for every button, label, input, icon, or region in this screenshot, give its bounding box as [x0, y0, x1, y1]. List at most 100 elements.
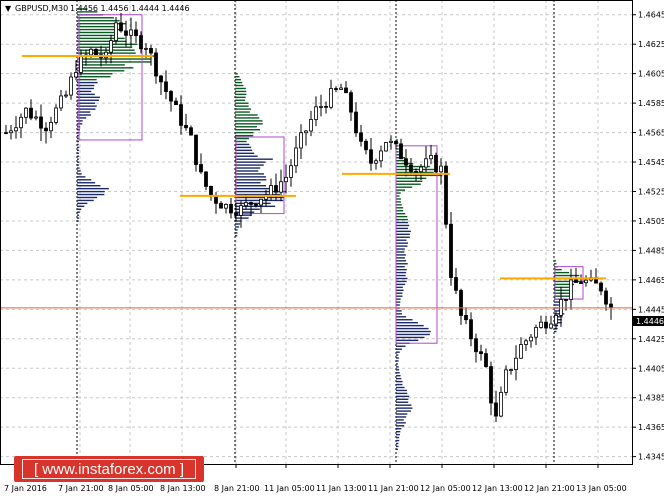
volume-bar: [77, 20, 120, 22]
volume-bar: [235, 96, 246, 99]
candle-body: [329, 88, 333, 108]
candle-body: [349, 92, 353, 113]
volume-bar: [77, 140, 80, 143]
volume-bar: [554, 289, 572, 291]
volume-bar: [396, 319, 413, 321]
volume-bar: [235, 134, 254, 137]
volume-bar: [396, 298, 401, 300]
candle-body: [219, 202, 223, 209]
header-arrow-icon: ▼: [5, 4, 12, 13]
y-tick-label: 1.4345: [638, 453, 664, 462]
candle-body: [429, 155, 433, 160]
volume-bar: [77, 214, 80, 216]
candle-body: [9, 130, 13, 134]
candle-body: [604, 290, 608, 305]
x-tick-label: 11 Jan 13:00: [316, 484, 367, 493]
candle-body: [394, 140, 398, 145]
volume-bar: [77, 202, 88, 205]
candle-body: [364, 140, 368, 151]
volume-bar: [396, 392, 408, 395]
volume-bar: [235, 229, 238, 231]
candle-body: [269, 185, 273, 196]
volume-bar: [396, 416, 407, 418]
x-tick-label: 12 Jan 05:00: [420, 484, 471, 493]
volume-bar: [396, 251, 405, 253]
chart-area: 1.4645 1.4625 1.4605 1.4585 1.4565 1.4545 1.45…: [0, 0, 664, 498]
candle-body: [139, 35, 143, 50]
volume-bar: [235, 190, 286, 193]
volume-bar: [77, 81, 98, 84]
candle-body: [59, 95, 63, 109]
candle-body: [599, 282, 603, 292]
candle-body: [334, 88, 338, 90]
x-tick-label: 8 Jan 21:00: [214, 484, 260, 493]
y-tick-label: 1.4565: [638, 129, 664, 138]
y-tick-label: 1.4545: [638, 158, 664, 167]
volume-bar: [77, 61, 152, 63]
volume-bar: [235, 187, 270, 190]
volume-bar: [77, 73, 113, 75]
volume-bar: [235, 90, 247, 93]
volume-bar: [554, 263, 557, 265]
candle-body: [484, 353, 488, 368]
volume-bar: [235, 208, 260, 210]
volume-bar: [396, 395, 410, 398]
volume-bar: [235, 167, 261, 169]
candle-body: [144, 47, 148, 50]
volume-bar: [77, 190, 105, 193]
volume-bar: [396, 242, 409, 244]
candle-body: [34, 116, 38, 119]
volume-bar: [77, 193, 105, 196]
candle-body: [544, 321, 548, 329]
volume-bar: [396, 224, 410, 227]
candle-body: [74, 72, 78, 78]
candle-body: [434, 155, 438, 173]
candle-body: [564, 299, 568, 301]
candle-body: [224, 203, 228, 209]
volume-bar: [235, 108, 252, 110]
volume-bar: [396, 330, 431, 333]
volume-bar: [235, 217, 249, 219]
volume-bar: [396, 333, 430, 336]
volume-bar: [554, 292, 571, 294]
candle-body: [574, 279, 578, 283]
chart-svg: 1.4645 1.4625 1.4605 1.4585 1.4565 1.4545 1.45…: [0, 0, 664, 498]
volume-bar: [396, 304, 400, 306]
candle-body: [149, 47, 153, 54]
candle-body: [319, 105, 323, 108]
volume-bar: [235, 81, 243, 84]
x-tick-label: 11 Jan 05:00: [264, 484, 315, 493]
candle-body: [509, 369, 513, 371]
volume-bar: [396, 280, 407, 283]
chart-quote: 1.4456 1.4456 1.4444 1.4446: [70, 4, 190, 13]
volume-bar: [396, 369, 400, 371]
candle-body: [14, 127, 18, 132]
volume-bar: [235, 111, 250, 113]
candle-body: [24, 107, 28, 118]
volume-bar: [396, 204, 402, 206]
candle-body: [49, 122, 53, 132]
y-tick-label: 1.4605: [638, 70, 664, 79]
candle-body: [244, 202, 248, 207]
candle-body: [284, 176, 288, 183]
volume-bar: [396, 363, 398, 365]
volume-bar: [396, 407, 413, 409]
candle-body: [549, 323, 553, 329]
volume-bar: [77, 102, 96, 104]
volume-bar: [235, 161, 266, 163]
volume-bar: [396, 422, 406, 424]
volume-bar: [77, 34, 115, 37]
x-tick-label: 8 Jan 13:00: [160, 484, 206, 493]
candle-body: [499, 391, 503, 417]
x-tick-label: 8 Jan 05:00: [108, 484, 154, 493]
volume-bar: [396, 428, 402, 430]
volume-bar: [396, 360, 399, 362]
volume-bar: [235, 102, 249, 104]
candle-body: [184, 124, 188, 129]
candle-body: [314, 106, 318, 120]
volume-bar: [396, 263, 408, 265]
x-tick-label: 7 Jan 21:00: [58, 484, 104, 493]
candle-body: [524, 340, 528, 345]
volume-bar: [77, 22, 127, 25]
candle-body: [159, 75, 163, 83]
